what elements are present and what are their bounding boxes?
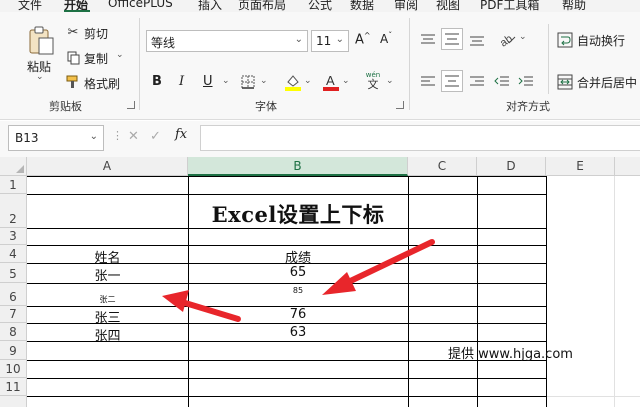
insert-function-icon[interactable]: fx <box>175 127 187 142</box>
font-color-icon[interactable]: A <box>322 72 340 92</box>
chevron-down-icon: ⌄ <box>89 131 98 142</box>
wrap-text-button[interactable]: 自动换行 <box>577 32 625 49</box>
enter-icon[interactable]: ✓ <box>150 129 161 144</box>
menu-review[interactable]: 审阅 <box>394 0 418 12</box>
divider <box>548 24 549 94</box>
align-top-icon[interactable] <box>418 30 438 50</box>
name-box-value: B13 <box>15 131 39 145</box>
font-size-select[interactable]: 11 ⌄ <box>311 30 349 52</box>
paste-icon[interactable] <box>26 26 56 56</box>
font-size-value: 11 <box>316 34 332 48</box>
font-name-select[interactable]: 等线 ⌄ <box>146 30 308 52</box>
align-right-icon[interactable] <box>467 72 487 92</box>
alignment-group-label: 对齐方式 <box>506 100 550 113</box>
chevron-down-icon: ⌄ <box>335 34 344 45</box>
menu-officeplus[interactable]: OfficePLUS <box>108 0 173 10</box>
copy-button[interactable]: 复制 <box>84 50 108 67</box>
name-box[interactable]: B13 ⌄ <box>8 125 104 151</box>
format-painter-icon <box>66 74 80 90</box>
fill-color-dropdown-icon[interactable]: ⌄ <box>304 76 312 86</box>
font-launcher-icon[interactable] <box>396 101 404 109</box>
merge-center-icon[interactable] <box>556 73 574 91</box>
scissors-icon: ✂ <box>67 24 79 40</box>
cancel-icon[interactable]: ✕ <box>128 129 139 144</box>
wrap-text-icon[interactable] <box>556 31 574 49</box>
worksheet-grid[interactable]: A B C D E 1 2 3 4 5 6 7 8 9 10 11 Excel设… <box>0 157 640 407</box>
align-left-icon[interactable] <box>418 72 438 92</box>
menu-file[interactable]: 文件 <box>18 0 42 12</box>
divider <box>139 18 140 110</box>
menu-page-layout[interactable]: 页面布局 <box>238 0 286 12</box>
copy-icon <box>66 50 80 66</box>
formula-input[interactable] <box>200 125 640 151</box>
menu-data[interactable]: 数据 <box>350 0 374 12</box>
borders-dropdown-icon[interactable]: ⌄ <box>260 76 268 86</box>
cut-button[interactable]: 剪切 <box>84 25 108 42</box>
align-center-icon[interactable] <box>441 70 463 92</box>
menu-pdf-toolbox[interactable]: PDF工具箱 <box>480 0 539 12</box>
copy-dropdown-icon[interactable]: ⌄ <box>116 50 124 60</box>
align-middle-icon[interactable] <box>441 28 463 50</box>
chevron-down-icon: ⌄ <box>294 34 303 45</box>
paste-dropdown-icon[interactable]: ⌄ <box>36 72 44 82</box>
bold-button[interactable]: B <box>148 74 166 92</box>
decrease-indent-icon[interactable] <box>492 72 512 92</box>
font-color-dropdown-icon[interactable]: ⌄ <box>342 76 350 86</box>
phonetic-dropdown-icon[interactable]: ⌄ <box>386 76 394 86</box>
font-name-value: 等线 <box>151 36 176 50</box>
svg-text:A: A <box>326 73 335 88</box>
ribbon: 粘贴 ⌄ ✂ 剪切 复制 ⌄ 格式刷 剪贴板 等线 ⌄ 11 ⌄ A^ Aˇ B… <box>0 12 640 120</box>
orientation-icon[interactable]: ab <box>496 28 518 50</box>
formula-bar: B13 ⌄ ⋮ ✕ ✓ fx <box>0 121 640 157</box>
divider <box>409 18 410 110</box>
menu-bar: 文件 开始 OfficePLUS 插入 页面布局 公式 数据 审阅 视图 PDF… <box>0 0 640 12</box>
font-group-label: 字体 <box>255 100 277 113</box>
clipboard-group-label: 剪贴板 <box>49 100 82 113</box>
underline-dropdown-icon[interactable]: ⌄ <box>222 76 230 86</box>
merge-center-button[interactable]: 合并后居中 <box>577 74 637 91</box>
borders-icon[interactable] <box>240 74 256 90</box>
increase-font-size-button[interactable]: A^ <box>355 31 371 47</box>
align-bottom-icon[interactable] <box>467 30 487 50</box>
decrease-font-size-button[interactable]: Aˇ <box>380 31 392 46</box>
orientation-dropdown-icon[interactable]: ⌄ <box>519 32 527 42</box>
phonetic-guide-icon[interactable]: wén 文 <box>362 70 384 92</box>
menu-view[interactable]: 视图 <box>436 0 460 12</box>
more-options-icon: ⋮ <box>112 129 123 142</box>
fill-color-icon[interactable] <box>284 72 302 92</box>
italic-button[interactable]: I <box>174 74 192 92</box>
menu-formulas[interactable]: 公式 <box>308 0 332 12</box>
arrow-to-superscript <box>322 239 435 295</box>
underline-button[interactable]: U <box>200 74 218 92</box>
format-painter-button[interactable]: 格式刷 <box>84 75 120 92</box>
svg-text:ab: ab <box>498 33 515 49</box>
annotation-arrows <box>162 239 435 322</box>
increase-indent-icon[interactable] <box>516 72 536 92</box>
menu-insert[interactable]: 插入 <box>198 0 222 12</box>
menu-help[interactable]: 帮助 <box>562 0 586 12</box>
clipboard-launcher-icon[interactable] <box>127 101 135 109</box>
arrow-to-subscript <box>162 290 241 322</box>
